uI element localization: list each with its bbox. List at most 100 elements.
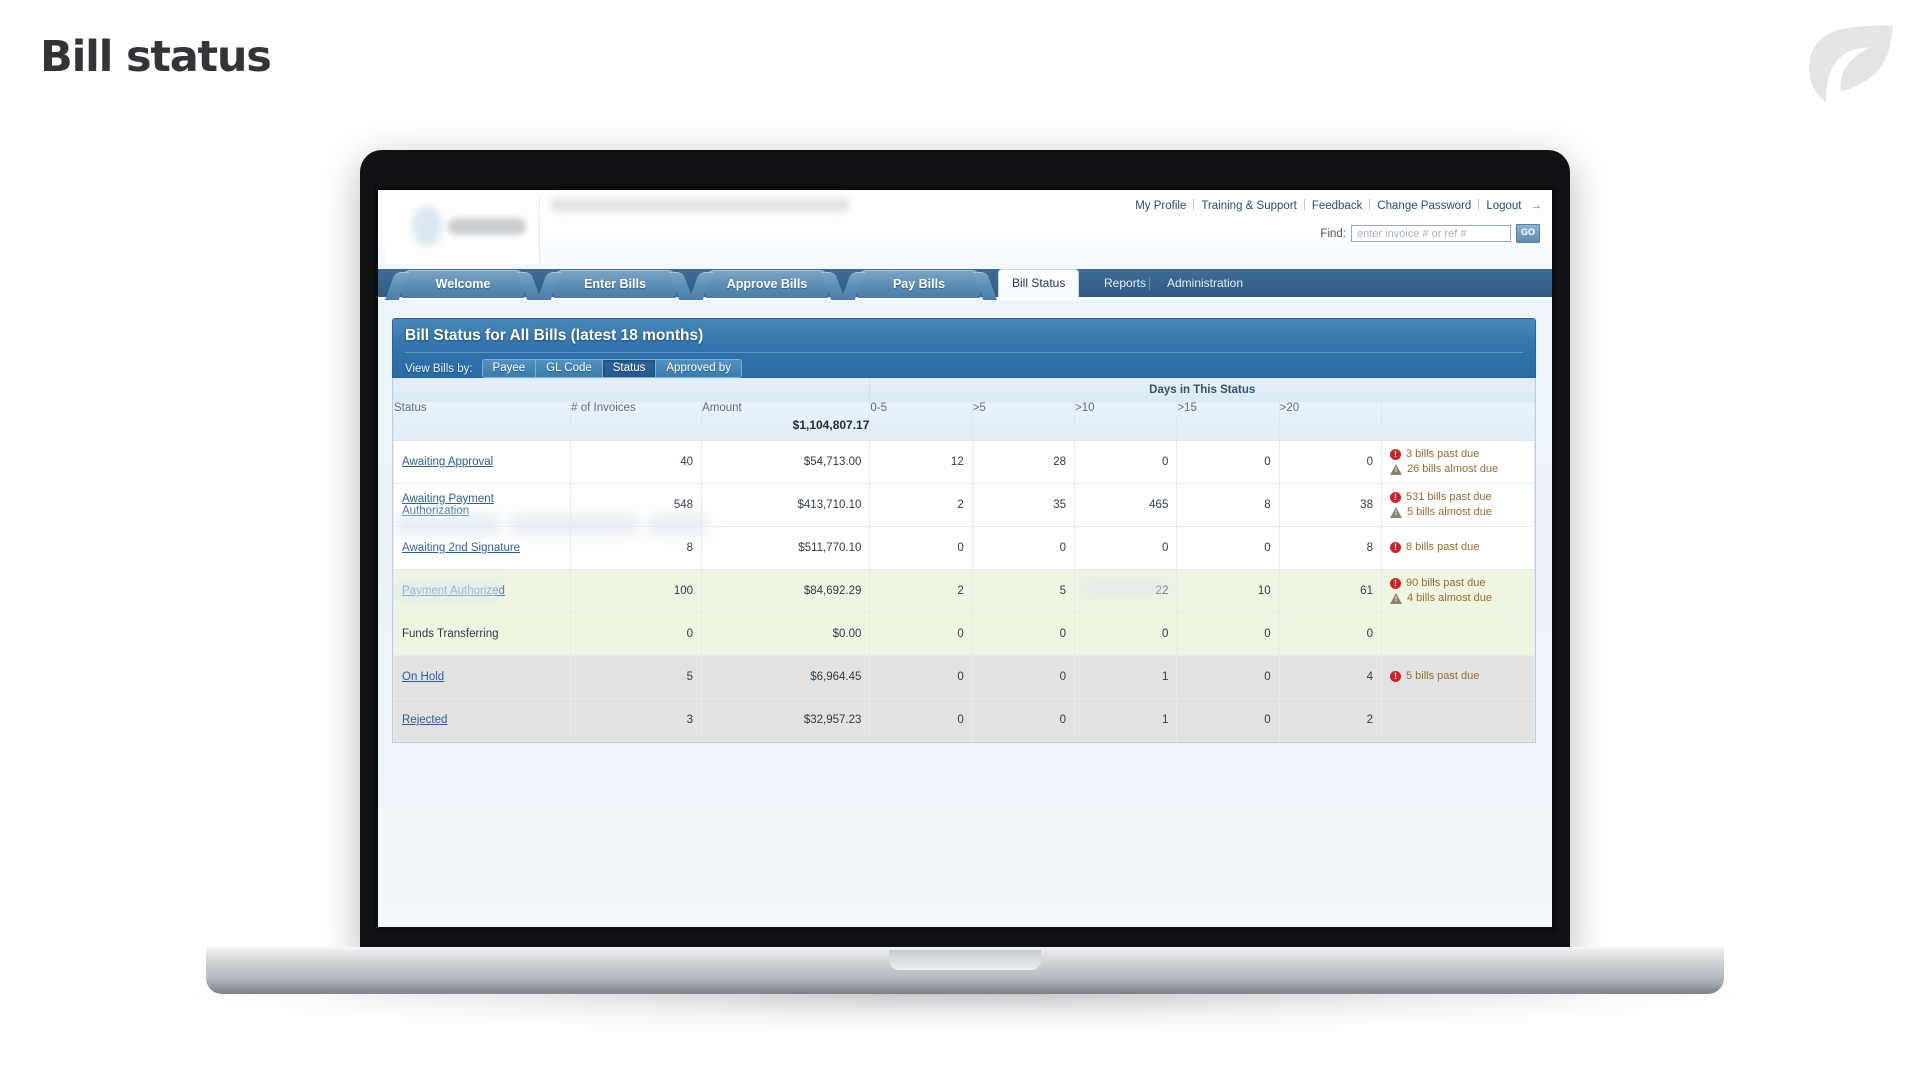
alert-item: 4 bills almost due (1389, 592, 1526, 606)
status-link[interactable]: Awaiting Payment Authorization (402, 493, 494, 517)
cell-days-gt5: 0 (971, 526, 1076, 570)
cell-status: Awaiting Approval (392, 440, 572, 484)
logo-mark-icon (412, 206, 442, 246)
nav-change-password[interactable]: Change Password (1370, 200, 1478, 212)
cell-days-gt20: 4 (1278, 655, 1382, 699)
cell-days-gt10: 0 (1074, 612, 1178, 656)
table-group-header-row: Days in This Status (392, 378, 1535, 402)
tab-edge-left (536, 272, 562, 300)
status-link[interactable]: On Hold (402, 671, 444, 683)
logout-arrow-icon: → (1530, 200, 1543, 212)
cell-amount: $32,957.23 (701, 698, 871, 742)
cell-amount: $511,770.10 (701, 526, 871, 570)
cell-days-0-5: 0 (869, 612, 973, 656)
cell-status: Funds Transferring (392, 612, 572, 656)
cell-days-gt20: 0 (1278, 612, 1382, 656)
viewby-payee-button[interactable]: Payee (482, 360, 537, 377)
viewby-gl-code-button[interactable]: GL Code (536, 360, 603, 377)
nav-my-profile[interactable]: My Profile (1128, 200, 1193, 212)
utility-nav: My Profile Training & Support Feedback Chan… (1128, 199, 1542, 212)
nav-logout[interactable]: Logout (1479, 200, 1528, 212)
col-days-gt10[interactable]: >10 (1074, 401, 1178, 441)
cell-days-gt15: 10 (1176, 569, 1280, 613)
viewby-status-button[interactable]: Status (602, 360, 657, 377)
alert-item: 26 bills almost due (1389, 463, 1526, 477)
status-link[interactable]: Awaiting Approval (402, 456, 493, 468)
status-link[interactable]: Awaiting 2nd Signature (402, 542, 520, 554)
cell-alerts: 3 bills past due 26 bills almost due (1380, 440, 1536, 484)
cell-invoices: 8 (570, 526, 703, 570)
alert-item: 3 bills past due (1389, 448, 1526, 462)
page-body: Bill Status for All Bills (latest 18 mon… (378, 300, 1552, 927)
col-days-gt20[interactable]: >20 (1278, 401, 1382, 441)
bill-status-table: Days in This Status Status # of Invoices… (392, 378, 1536, 742)
viewby-approved-by-button[interactable]: Approved by (656, 360, 741, 377)
table-row: On Hold5$6,964.45001045 bills past due (392, 655, 1536, 699)
alert-text: 5 bills almost due (1406, 505, 1492, 518)
tab-edge-left (840, 272, 866, 300)
bill-status-panel: Bill Status for All Bills (latest 18 mon… (392, 318, 1536, 743)
tab-welcome[interactable]: Welcome (384, 270, 542, 300)
col-status[interactable]: Status (392, 401, 572, 441)
find-bar: Find: GO (1320, 224, 1540, 243)
group-header-days: Days in This Status (869, 378, 1535, 402)
alert-text: 531 bills past due (1405, 491, 1492, 503)
alert-circle-icon (1389, 448, 1401, 460)
tab-bill-status[interactable]: Bill Status (998, 269, 1080, 297)
cell-alerts: 531 bills past due 5 bills almost due (1380, 483, 1536, 527)
cell-days-gt15: 0 (1176, 440, 1280, 484)
cell-days-gt5: 5 (971, 569, 1076, 613)
cell-status: Awaiting Payment Authorization (392, 483, 572, 527)
laptop-lid-notch (889, 950, 1041, 970)
cell-days-gt15: 8 (1176, 483, 1280, 527)
bill-status-application: My Profile Training & Support Feedback Chan… (378, 190, 1552, 927)
tab-label: Pay Bills (892, 277, 946, 291)
panel-title: Bill Status for All Bills (latest 18 mon… (405, 327, 1523, 353)
tab-edge-left (384, 272, 410, 300)
col-invoices[interactable]: # of Invoices (570, 401, 703, 441)
tab-enter-bills[interactable]: Enter Bills (536, 270, 694, 300)
cell-alerts: 90 bills past due 4 bills almost due (1380, 569, 1536, 613)
page-title: Bill status (40, 32, 272, 82)
col-amount[interactable]: Amount $1,104,807.17 (701, 401, 871, 441)
cell-days-gt5: 35 (971, 483, 1076, 527)
tab-label: Approve Bills (726, 277, 808, 291)
tab-approve-bills[interactable]: Approve Bills (688, 270, 846, 300)
cell-alerts (1380, 698, 1536, 742)
status-link[interactable]: Payment Authorized (402, 585, 505, 597)
cell-days-gt5: 0 (971, 698, 1076, 742)
search-input[interactable] (1351, 225, 1511, 242)
cell-days-gt20: 61 (1278, 569, 1382, 613)
app-header: My Profile Training & Support Feedback Chan… (378, 190, 1552, 269)
warning-triangle-icon (1389, 463, 1402, 475)
logo-wordmark (448, 218, 526, 235)
tab-divider (1149, 277, 1150, 290)
alert-text: 5 bills past due (1405, 670, 1480, 683)
cell-days-gt15: 0 (1176, 526, 1280, 570)
nav-feedback[interactable]: Feedback (1305, 200, 1370, 212)
cell-days-0-5: 0 (869, 526, 973, 570)
col-days-gt5[interactable]: >5 (971, 401, 1076, 441)
tab-label: Enter Bills (584, 277, 646, 291)
table-row: Awaiting 2nd Signature8$511,770.10000088… (392, 526, 1536, 570)
laptop-mockup: My Profile Training & Support Feedback Chan… (190, 150, 1740, 1032)
view-bills-by-label: View Bills by: (405, 362, 473, 375)
cell-days-gt15: 0 (1176, 612, 1280, 656)
cell-days-gt15: 0 (1176, 655, 1280, 699)
tab-administration[interactable]: Administration (1154, 269, 1256, 297)
tab-pay-bills[interactable]: Pay Bills (840, 270, 998, 300)
go-button[interactable]: GO (1516, 224, 1540, 243)
cell-invoices: 40 (570, 440, 703, 484)
cell-days-0-5: 0 (869, 655, 973, 699)
table-row: Funds Transferring 0 $0.00 0 0 0 0 0 (392, 612, 1536, 656)
col-days-0-5[interactable]: 0-5 (869, 401, 973, 441)
col-alerts (1380, 401, 1536, 441)
slide-canvas: Bill status My Profile Training & Support… (0, 0, 1920, 1080)
nav-training-support[interactable]: Training & Support (1194, 200, 1303, 212)
company-logo (386, 194, 540, 264)
cell-days-gt5: 28 (971, 440, 1076, 484)
status-link[interactable]: Rejected (402, 714, 447, 726)
alert-item: 8 bills past due (1389, 541, 1526, 555)
col-days-gt15[interactable]: >15 (1176, 401, 1280, 441)
cell-days-gt10: 22 (1074, 569, 1178, 613)
